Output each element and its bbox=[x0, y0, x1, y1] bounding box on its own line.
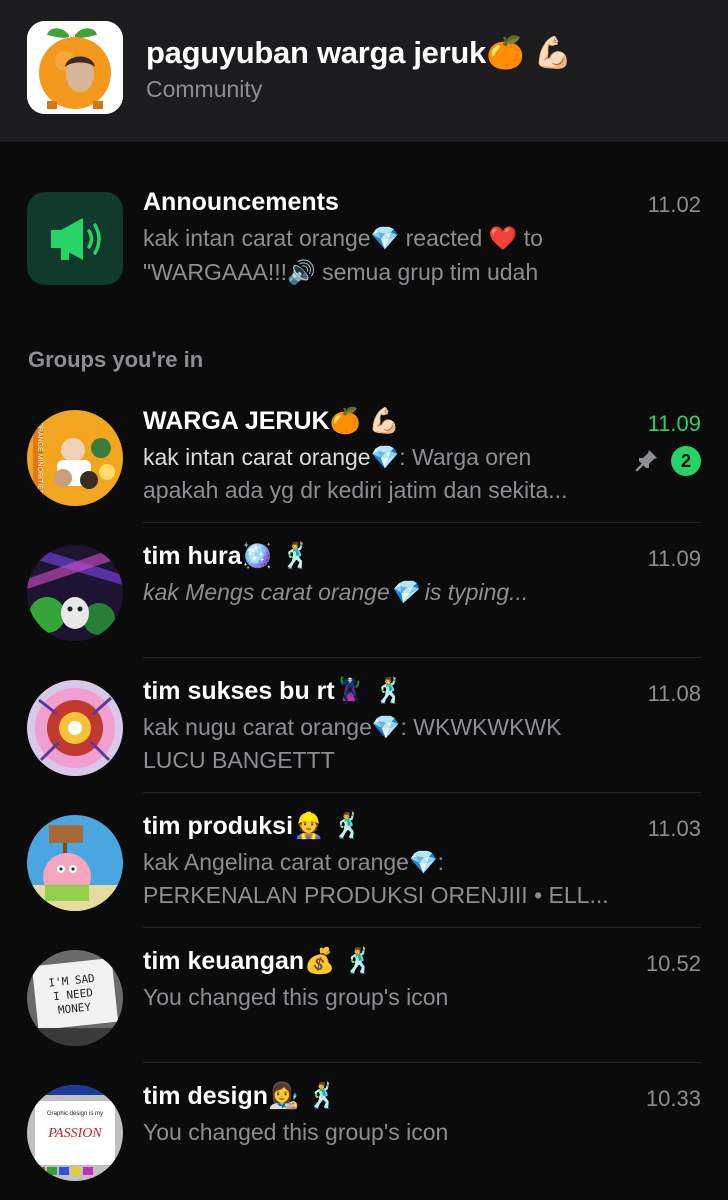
group-time-tim-sukses-bu-rt: 11.08 bbox=[647, 681, 701, 706]
group-preview-line1-tim-keuangan: You changed this group's icon bbox=[143, 984, 449, 1010]
announcements-name: Announcements bbox=[143, 188, 339, 216]
row-divider bbox=[143, 522, 701, 523]
group-name-tim-design: tim design👩‍🎨 🕺 bbox=[143, 1081, 339, 1110]
group-name-tim-hura: tim hura🪩 🕺 bbox=[143, 541, 312, 570]
community-title-emoji: 🍊 💪🏻 bbox=[485, 35, 573, 71]
group-typing-indicator-tim-hura: kak Mengs carat orange💎 is typing... bbox=[143, 579, 529, 605]
group-name-tim-produksi: tim produksi👷 🕺 bbox=[143, 811, 364, 840]
group-time-tim-hura: 11.09 bbox=[647, 546, 701, 571]
group-preview-line1-tim-sukses-bu-rt: kak nugu carat orange💎: WKWKWKWK bbox=[143, 714, 562, 740]
warga-avatar-side-text: ORANGE MINORITIES bbox=[36, 421, 43, 494]
community-subtitle: Community bbox=[146, 76, 263, 102]
group-row-tim-design[interactable]: Graphic design is my PASSION tim design👩… bbox=[0, 1075, 728, 1200]
group-preview-line1-tim-produksi: kak Angelina carat orange💎: bbox=[143, 849, 444, 875]
group-preview-line2-tim-sukses-bu-rt: LUCU BANGETTT bbox=[143, 747, 335, 773]
group-preview-line2-tim-produksi: PERKENALAN PRODUKSI ORENJIII • ELL... bbox=[143, 882, 609, 908]
megaphone-icon bbox=[27, 192, 123, 285]
group-name-tim-keuangan: tim keuangan💰 🕺 bbox=[143, 946, 375, 975]
unread-count-badge: 2 bbox=[671, 446, 701, 476]
community-title: paguyuban warga jeruk🍊 💪🏻 bbox=[146, 35, 573, 71]
group-row-warga-jeruk[interactable]: ORANGE MINORITIES WARGA JERUK🍊 💪🏻 11.09 … bbox=[0, 400, 728, 522]
group-time-warga-jeruk: 11.09 bbox=[647, 411, 701, 436]
group-avatar-warga-jeruk: ORANGE MINORITIES bbox=[27, 410, 123, 506]
design-sign-main: PASSION bbox=[47, 1126, 102, 1141]
group-avatar-tim-sukses-bu-rt bbox=[27, 680, 123, 776]
group-row-tim-hura[interactable]: tim hura🪩 🕺 11.09 kak Mengs carat orange… bbox=[0, 535, 728, 657]
community-header[interactable]: paguyuban warga jeruk🍊 💪🏻 Community bbox=[0, 0, 728, 142]
group-row-tim-keuangan[interactable]: I'M SAD I NEED MONEY tim keuangan💰 🕺 10.… bbox=[0, 940, 728, 1062]
group-time-tim-keuangan: 10.52 bbox=[645, 951, 701, 976]
group-preview-line2-warga-jeruk: apakah ada yg dr kediri jatim dan sekita… bbox=[143, 477, 568, 503]
group-avatar-tim-hura bbox=[27, 545, 123, 641]
group-time-tim-produksi: 11.03 bbox=[647, 816, 701, 841]
announcements-preview-line1: kak intan carat orange💎 reacted ❤️ to bbox=[143, 225, 543, 251]
announcements-time: 11.02 bbox=[647, 192, 701, 217]
group-avatar-tim-design: Graphic design is my PASSION bbox=[27, 1085, 123, 1181]
row-divider bbox=[143, 1062, 701, 1063]
row-divider bbox=[143, 792, 701, 793]
announcements-preview-line2: "WARGAAA!!!🔊 semua grup tim udah bbox=[143, 259, 539, 285]
group-row-tim-sukses-bu-rt[interactable]: tim sukses bu rt🦹 🕺 11.08 kak nugu carat… bbox=[0, 670, 728, 792]
group-name-tim-sukses-bu-rt: tim sukses bu rt🦹 🕺 bbox=[143, 676, 405, 705]
group-preview-line1-tim-design: You changed this group's icon bbox=[143, 1119, 449, 1145]
group-row-tim-produksi[interactable]: tim produksi👷 🕺 11.03 kak Angelina carat… bbox=[0, 805, 728, 927]
group-name-warga-jeruk: WARGA JERUK🍊 💪🏻 bbox=[143, 406, 400, 435]
pin-icon bbox=[635, 450, 657, 472]
design-sign-top: Graphic design is my bbox=[47, 1111, 103, 1117]
group-preview-line1-warga-jeruk: kak intan carat orange💎: Warga oren bbox=[143, 444, 532, 470]
group-time-tim-design: 10.33 bbox=[645, 1086, 701, 1111]
announcements-row[interactable]: Announcements 11.02 kak intan carat oran… bbox=[0, 175, 728, 305]
groups-section-title: Groups you're in bbox=[28, 347, 204, 372]
group-avatar-tim-keuangan: I'M SAD I NEED MONEY bbox=[27, 950, 123, 1046]
row-divider bbox=[143, 657, 701, 658]
community-avatar[interactable] bbox=[27, 21, 123, 114]
row-divider bbox=[143, 927, 701, 928]
group-avatar-tim-produksi bbox=[27, 815, 123, 911]
